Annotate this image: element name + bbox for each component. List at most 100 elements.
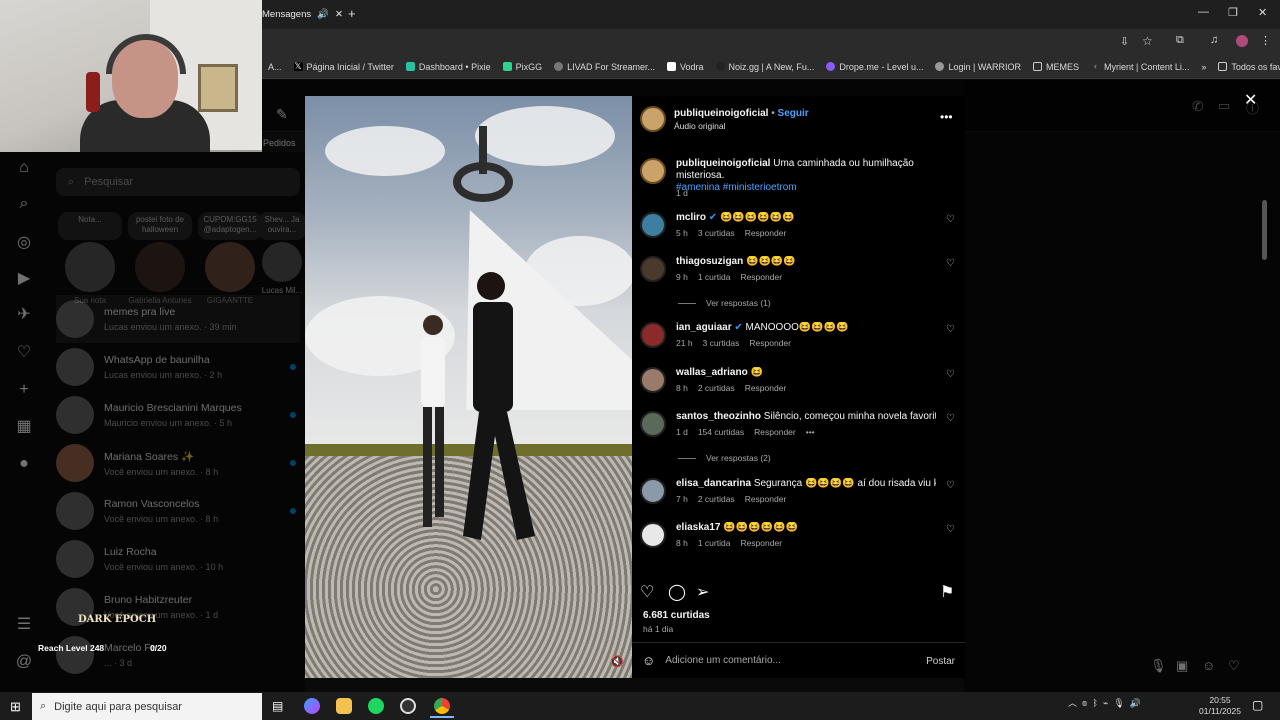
star-icon[interactable]: ☆ <box>1142 34 1153 48</box>
new-tab-button[interactable]: + <box>348 6 356 21</box>
more-menu-icon[interactable]: ☰ <box>14 614 34 634</box>
taskbar-search[interactable]: ⌕ Digite aqui para pesquisar <box>32 693 262 720</box>
bookmark-item[interactable]: Drope.me - Level u... <box>820 56 929 78</box>
note-item[interactable]: postei foto de halloweenGabriella Antune… <box>128 212 192 305</box>
restore-icon[interactable]: ❐ <box>1228 6 1238 19</box>
taskbar-clock[interactable]: 20:55 01/11/2025 <box>1196 695 1244 717</box>
sticker-icon[interactable]: ☺ <box>1202 658 1215 673</box>
chat-item[interactable]: Marcelo Fe...... · 3 d <box>56 631 300 679</box>
like-comment-icon[interactable]: ♡ <box>946 258 955 269</box>
chat-item[interactable]: Mauricio Brescianini Marques Mauricio env… <box>56 391 300 439</box>
like-comment-icon[interactable]: ♡ <box>946 369 955 380</box>
like-comment-icon[interactable]: ♡ <box>946 480 955 491</box>
note-item[interactable]: Nota...Sua nota <box>58 212 122 305</box>
mute-icon[interactable]: 🔇 <box>610 655 624 668</box>
threads-icon[interactable]: @ <box>14 652 34 672</box>
notifications-icon[interactable]: ♡ <box>14 342 34 362</box>
chat-item[interactable]: WhatsApp de baunilha Lucas enviou um anex… <box>56 343 300 391</box>
home-icon[interactable]: ⌂ <box>14 158 34 178</box>
bookmark-item[interactable]: PixGG <box>497 56 549 78</box>
comment-options-icon[interactable]: ••• <box>806 427 815 437</box>
reply-button[interactable]: Responder <box>749 338 791 348</box>
share-icon[interactable]: ➢ <box>696 582 709 602</box>
chat-item[interactable]: memes pra live Lucas enviou um anexo. · 3… <box>56 295 300 343</box>
reels-icon[interactable]: ▶ <box>14 268 34 288</box>
bluetooth-icon[interactable]: ᛒ <box>1092 698 1097 708</box>
like-icon[interactable]: ♡ <box>640 582 654 602</box>
reply-button[interactable]: Responder <box>740 272 782 282</box>
new-message-icon[interactable]: ✎ <box>276 106 288 123</box>
author-avatar[interactable] <box>640 106 666 132</box>
like-comment-icon[interactable]: ♡ <box>946 214 955 225</box>
bookmark-folder[interactable]: MEMES <box>1027 56 1085 78</box>
create-icon[interactable]: + <box>14 380 34 400</box>
explore-icon[interactable]: ◎ <box>14 232 34 252</box>
tray-overflow-icon[interactable]: ︿ <box>1068 698 1077 708</box>
like-comment-icon[interactable]: ♡ <box>946 324 955 335</box>
dashboard-icon[interactable]: ▦ <box>14 416 34 436</box>
bookmark-item[interactable]: 𝕏 Página Inicial / Twitter <box>288 56 400 78</box>
profile-icon[interactable]: ● <box>14 454 34 474</box>
reply-button[interactable]: Responder <box>745 383 787 393</box>
comment-icon[interactable]: ◯ <box>668 582 686 602</box>
menu-icon[interactable]: ⋮ <box>1260 34 1271 47</box>
hashtags[interactable]: #amenina #ministerioetrom <box>676 182 797 193</box>
like-comment-icon[interactable]: ♡ <box>946 413 955 424</box>
windows-start-icon[interactable]: ⊞ <box>10 699 21 715</box>
close-modal-icon[interactable]: ✕ <box>1244 90 1257 110</box>
image-icon[interactable]: ▣ <box>1176 658 1188 674</box>
bookmark-item[interactable]: Vodra <box>661 56 710 78</box>
extensions-icon[interactable]: ⧉ <box>1176 34 1184 47</box>
obs-icon[interactable] <box>400 698 416 714</box>
chat-item[interactable]: Ramon Vasconcelos Você enviou um anexo. ·… <box>56 487 300 535</box>
speaker-icon[interactable]: 🔊 <box>317 9 329 20</box>
note-item[interactable]: Shev... Ja ouvira... Lucas Mil... <box>258 212 306 295</box>
profile-avatar[interactable] <box>1236 35 1248 47</box>
task-view-icon[interactable]: ▤ <box>272 699 283 713</box>
author-username[interactable]: publiqueinoigoficial <box>674 108 768 119</box>
search-icon[interactable]: ⌕ <box>14 194 34 214</box>
file-explorer-icon[interactable] <box>336 698 352 714</box>
author-avatar[interactable] <box>640 158 666 184</box>
reply-button[interactable]: Responder <box>740 538 782 548</box>
volume-icon[interactable]: 🔊 <box>1130 698 1141 708</box>
reply-button[interactable]: Responder <box>745 228 787 238</box>
reel-video[interactable] <box>305 96 632 678</box>
network-icon[interactable]: ⌁ <box>1103 698 1108 708</box>
bookmark-item[interactable]: Noiz.gg | A New, Fu... <box>710 56 821 78</box>
heart-icon[interactable]: ♡ <box>1228 658 1240 674</box>
follow-button[interactable]: Seguir <box>778 108 809 119</box>
chat-item[interactable]: Luiz Rocha Você enviou um anexo. · 10 h <box>56 535 300 583</box>
minimize-icon[interactable]: — <box>1198 6 1209 18</box>
likes-count[interactable]: 6.681 curtidas <box>643 610 710 621</box>
search-input[interactable]: ⌕ Pesquisar <box>56 168 300 196</box>
spotify-icon[interactable] <box>368 698 384 714</box>
messages-icon[interactable]: ✈ <box>14 304 34 324</box>
bookmark-item[interactable]: ‹ Myrient | Content Li... <box>1085 56 1195 78</box>
view-replies-link[interactable]: Ver respostas (1) <box>678 298 771 308</box>
chrome-icon[interactable] <box>434 698 450 714</box>
close-window-icon[interactable]: ✕ <box>1258 6 1267 19</box>
reply-button[interactable]: Responder <box>745 494 787 504</box>
view-replies-link[interactable]: Ver respostas (2) <box>678 453 771 463</box>
comment-input[interactable]: Adicione um comentário... <box>665 655 781 666</box>
bookmark-item[interactable]: Dashboard • Pixie <box>400 56 497 78</box>
chat-item[interactable]: Mariana Soares ✨ Você enviou um anexo. · … <box>56 439 300 487</box>
install-icon[interactable]: ⇩ <box>1120 35 1129 48</box>
audio-label[interactable]: Áudio original <box>674 121 809 131</box>
note-item[interactable]: CUPOM:GG15 @adaptogen...GIGAANTTE <box>198 212 262 305</box>
pedidos-link[interactable]: Pedidos <box>263 138 296 148</box>
mic-icon[interactable]: 🎙 <box>1150 658 1167 674</box>
bookmark-item[interactable]: LIVAD For Streamer... <box>548 56 661 78</box>
all-bookmarks-folder[interactable]: Todos os favoritos <box>1212 56 1280 78</box>
like-comment-icon[interactable]: ♡ <box>946 524 955 535</box>
bookmark-item[interactable]: A... <box>262 56 288 78</box>
notifications-center-icon[interactable]: ▢ <box>1252 698 1263 712</box>
bookmarks-overflow-icon[interactable]: » <box>1195 56 1212 78</box>
post-comment-button[interactable]: Postar <box>926 656 955 667</box>
close-tab-icon[interactable]: ✕ <box>335 9 343 20</box>
copilot-icon[interactable] <box>304 698 320 714</box>
more-options-icon[interactable]: ••• <box>940 110 953 124</box>
reply-button[interactable]: Responder <box>754 427 796 437</box>
page-scrollbar[interactable] <box>1262 200 1267 260</box>
